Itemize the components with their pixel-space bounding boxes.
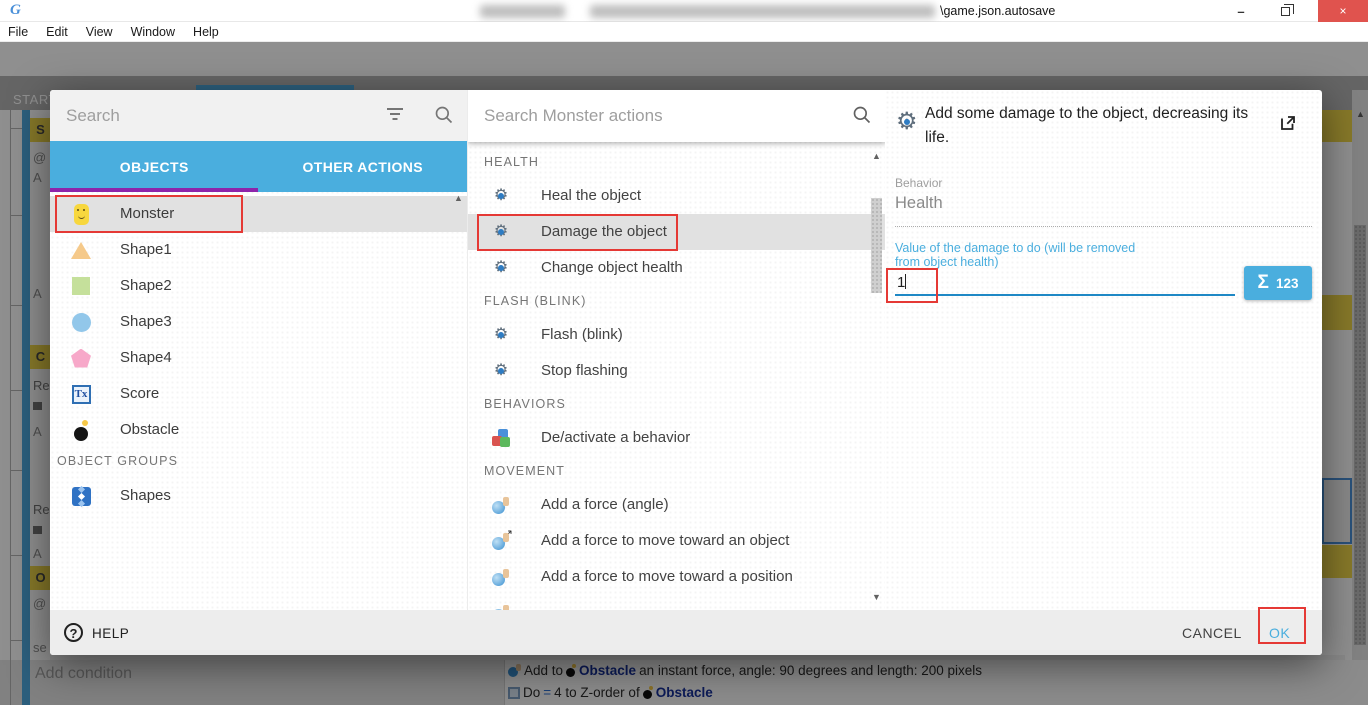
- health-action-icon: ⚙: [494, 224, 508, 240]
- behavior-value: Health: [895, 194, 943, 213]
- object-search-input[interactable]: [66, 103, 366, 129]
- search-icon[interactable]: [434, 105, 454, 125]
- force-toward-object-icon: ↗: [492, 532, 510, 550]
- flash-action-icon: ⚙: [494, 363, 508, 379]
- menu-view[interactable]: View: [86, 25, 123, 39]
- gdevelop-logo-icon: G: [10, 2, 21, 19]
- objects-column: OBJECTS OTHER ACTIONS ▲ Monster Shape1 S…: [50, 90, 467, 610]
- force-toward-position-icon: [492, 568, 510, 586]
- action-editor-dialog: OBJECTS OTHER ACTIONS ▲ Monster Shape1 S…: [50, 90, 1322, 655]
- parameter-value-field[interactable]: 1: [897, 274, 906, 291]
- title-bar: G \game.json.autosave – ×: [0, 0, 1368, 22]
- flash-action-icon: ⚙: [494, 327, 508, 343]
- behavior-label: Behavior: [895, 176, 942, 190]
- tab-other-actions[interactable]: OTHER ACTIONS: [259, 141, 468, 192]
- section-header-health: HEALTH: [484, 155, 539, 169]
- menu-window[interactable]: Window: [131, 25, 185, 39]
- menu-bar: File Edit View Window Help: [0, 22, 1368, 42]
- section-header-flash: FLASH (BLINK): [484, 294, 587, 308]
- help-icon[interactable]: ?: [64, 623, 83, 642]
- object-row-shape3[interactable]: Shape3: [50, 304, 467, 340]
- scroll-down-icon[interactable]: ▼: [872, 593, 881, 602]
- menu-edit[interactable]: Edit: [46, 25, 78, 39]
- object-row-shape4[interactable]: Shape4: [50, 340, 467, 376]
- triangle-icon: [71, 242, 91, 259]
- action-row-damage[interactable]: ⚙ Damage the object: [468, 214, 885, 250]
- text-object-icon: Tx: [72, 385, 91, 404]
- health-action-icon: ⚙: [494, 260, 508, 276]
- object-row-obstacle[interactable]: Obstacle: [50, 412, 467, 448]
- action-row-stop-flashing[interactable]: ⚙ Stop flashing: [468, 353, 885, 389]
- scroll-up-icon[interactable]: ▲: [872, 152, 881, 161]
- object-group-icon: [72, 487, 91, 506]
- window-title: \game.json.autosave: [940, 4, 1055, 18]
- redacted-path-blur: [480, 5, 565, 18]
- pentagon-icon: [71, 349, 91, 368]
- force-action-icon: [492, 496, 510, 514]
- text-cursor: [905, 274, 906, 289]
- restore-icon: [1281, 7, 1290, 16]
- action-row-force-toward-object[interactable]: ↗ Add a force to move toward an object: [468, 523, 885, 559]
- section-header-movement: MOVEMENT: [484, 464, 565, 478]
- behavior-action-icon: [492, 429, 510, 447]
- minimize-button[interactable]: –: [1228, 0, 1254, 22]
- filter-icon[interactable]: [386, 108, 404, 122]
- menu-help[interactable]: Help: [193, 25, 229, 39]
- cancel-button[interactable]: CANCEL: [1182, 625, 1242, 641]
- action-search-bar: [468, 90, 885, 142]
- section-header-behaviors: BEHAVIORS: [484, 397, 566, 411]
- object-groups-header: OBJECT GROUPS: [57, 454, 178, 468]
- ok-button[interactable]: OK: [1269, 625, 1290, 641]
- object-tabs: OBJECTS OTHER ACTIONS: [50, 141, 467, 192]
- scrollbar-thumb[interactable]: [871, 198, 882, 293]
- action-row-deactivate-behavior[interactable]: De/activate a behavior: [468, 420, 885, 456]
- monster-icon: [74, 204, 89, 225]
- object-search-bar: [50, 90, 467, 141]
- group-row-shapes[interactable]: Shapes: [50, 478, 467, 514]
- action-details-column: ⚙ Add some damage to the object, decreas…: [885, 90, 1322, 610]
- square-icon: [72, 277, 90, 295]
- sigma-icon: Σ: [1258, 272, 1269, 294]
- action-search-input[interactable]: [484, 103, 814, 129]
- app-window: G \game.json.autosave – × File Edit View…: [0, 0, 1368, 705]
- scroll-up-icon[interactable]: ▲: [454, 194, 463, 203]
- object-row-shape2[interactable]: Shape2: [50, 268, 467, 304]
- close-button[interactable]: ×: [1318, 0, 1368, 22]
- action-row-heal[interactable]: ⚙ Heal the object: [468, 178, 885, 214]
- object-row-score[interactable]: Tx Score: [50, 376, 467, 412]
- bomb-icon: [73, 420, 89, 441]
- tab-objects[interactable]: OBJECTS: [50, 141, 259, 192]
- circle-icon: [72, 313, 91, 332]
- help-button[interactable]: HELP: [92, 626, 129, 641]
- restore-button[interactable]: [1272, 0, 1298, 22]
- parameter-label: Value of the damage to do (will be remov…: [895, 242, 1160, 269]
- search-icon[interactable]: [852, 105, 872, 125]
- action-row-change-health[interactable]: ⚙ Change object health: [468, 250, 885, 286]
- expression-editor-button[interactable]: Σ 123: [1244, 266, 1312, 300]
- action-row-partial[interactable]: [468, 595, 885, 610]
- action-row-add-force-angle[interactable]: Add a force (angle): [468, 487, 885, 523]
- action-row-flash[interactable]: ⚙ Flash (blink): [468, 317, 885, 353]
- actions-column: HEALTH ⚙ Heal the object ⚙ Damage the ob…: [467, 90, 885, 610]
- open-in-new-icon[interactable]: [1279, 114, 1297, 132]
- dialog-footer: ? HELP CANCEL OK: [50, 610, 1322, 655]
- menu-file[interactable]: File: [8, 25, 38, 39]
- action-description: Add some damage to the object, decreasin…: [925, 102, 1260, 150]
- object-row-monster[interactable]: Monster: [50, 196, 467, 232]
- damage-action-icon: ⚙: [896, 108, 918, 135]
- object-row-shape1[interactable]: Shape1: [50, 232, 467, 268]
- objects-list: Monster Shape1 Shape2 Shape3 Shape4: [50, 192, 467, 610]
- action-row-force-toward-position[interactable]: Add a force to move toward a position: [468, 559, 885, 595]
- health-action-icon: ⚙: [494, 188, 508, 204]
- redacted-path-blur: [590, 5, 935, 18]
